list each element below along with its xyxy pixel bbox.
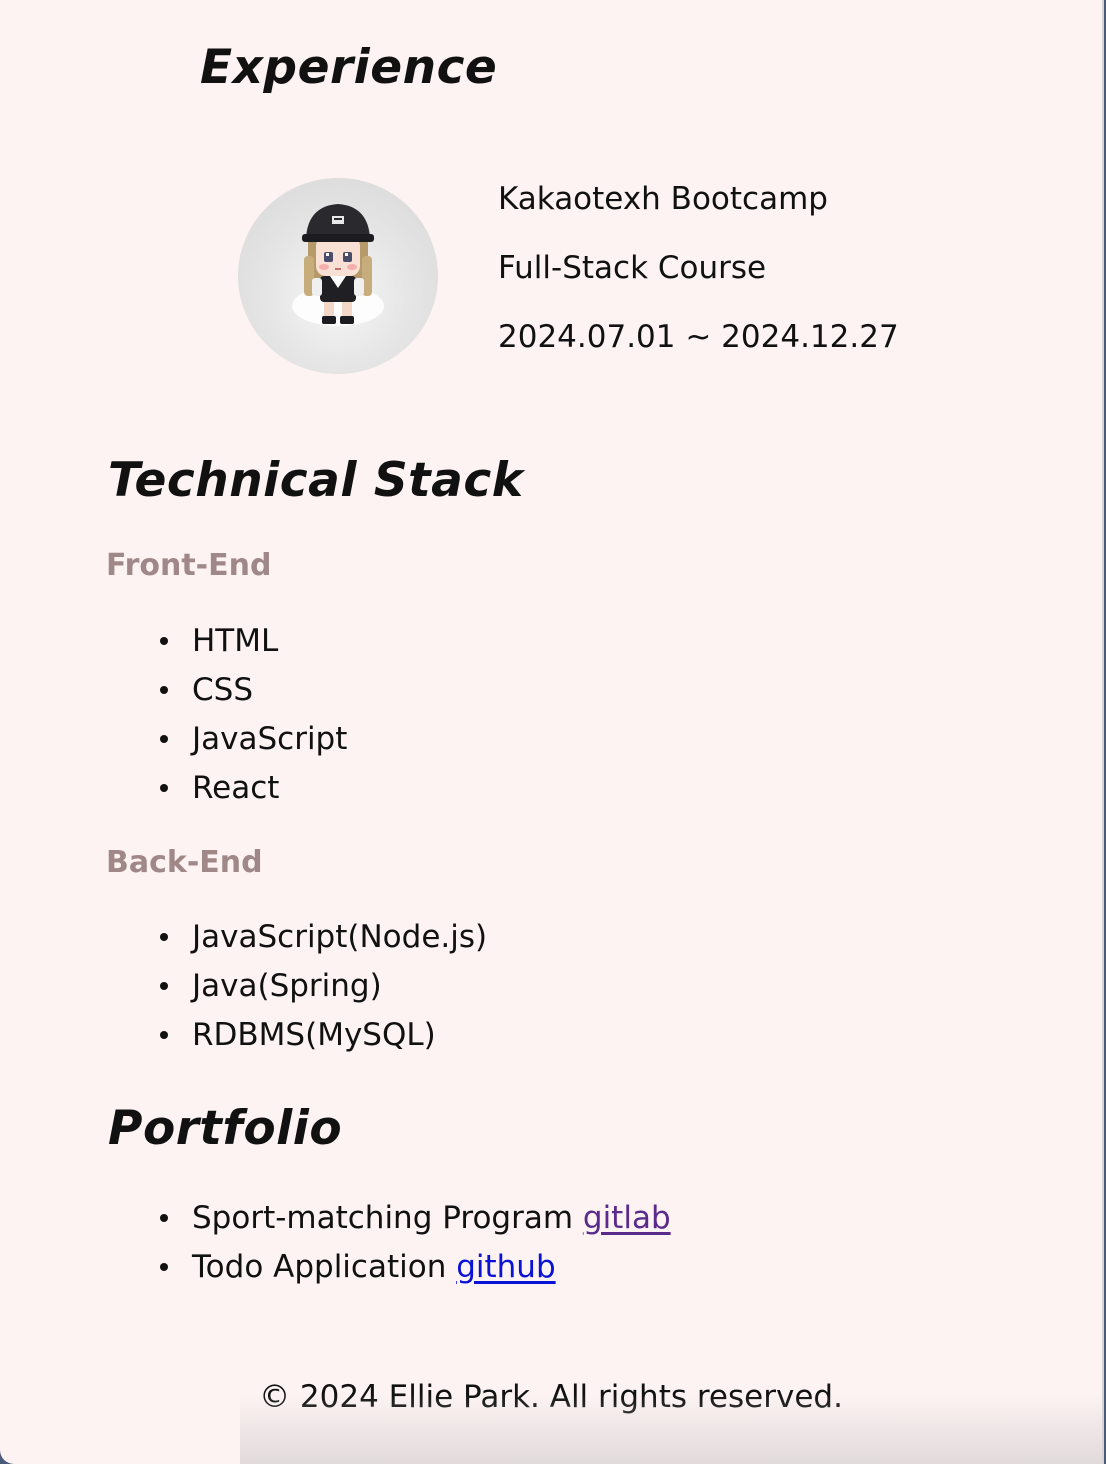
back-end-heading: Back-End bbox=[106, 845, 263, 880]
list-item: HTML bbox=[158, 626, 347, 675]
list-item: RDBMS(MySQL) bbox=[158, 1020, 487, 1069]
portfolio-item-label: Sport-matching Program bbox=[192, 1200, 583, 1236]
experience-org: Kakaotexh Bootcamp bbox=[498, 181, 828, 217]
portfolio-item: Sport-matching Program gitlab bbox=[158, 1203, 671, 1252]
bullet-icon bbox=[160, 982, 168, 990]
list-item: React bbox=[158, 773, 347, 822]
portfolio-item: Todo Application github bbox=[158, 1252, 671, 1301]
list-item-label: Java(Spring) bbox=[192, 968, 382, 1004]
list-item: JavaScript(Node.js) bbox=[158, 922, 487, 971]
list-item-label: CSS bbox=[192, 672, 254, 708]
list-item: CSS bbox=[158, 675, 347, 724]
list-item-label: HTML bbox=[192, 623, 279, 659]
list-item-label: RDBMS(MySQL) bbox=[192, 1017, 436, 1053]
bullet-icon bbox=[160, 1263, 168, 1271]
bullet-icon bbox=[160, 784, 168, 792]
bullet-icon bbox=[160, 735, 168, 743]
list-item-label: JavaScript bbox=[192, 721, 348, 757]
list-item-label: React bbox=[192, 770, 280, 806]
resume-page: Experience Kakaotexh Bootcamp Full-Stack… bbox=[0, 0, 1104, 1464]
portfolio-heading: Portfolio bbox=[108, 1101, 343, 1156]
technical-stack-heading: Technical Stack bbox=[108, 453, 524, 508]
bullet-icon bbox=[160, 686, 168, 694]
bullet-icon bbox=[160, 1031, 168, 1039]
front-end-heading: Front-End bbox=[106, 548, 272, 583]
gitlab-link[interactable]: gitlab bbox=[583, 1200, 671, 1236]
bullet-icon bbox=[160, 933, 168, 941]
github-link[interactable]: github bbox=[456, 1249, 555, 1285]
list-item-label: JavaScript(Node.js) bbox=[192, 919, 488, 955]
portfolio-item-label: Todo Application bbox=[192, 1249, 457, 1285]
profile-avatar bbox=[238, 178, 438, 374]
footer-copyright: © 2024 Ellie Park. All rights reserved. bbox=[259, 1379, 843, 1415]
back-end-list: JavaScript(Node.js) Java(Spring) RDBMS(M… bbox=[158, 922, 487, 1069]
experience-period: 2024.07.01 ~ 2024.12.27 bbox=[498, 319, 899, 355]
portfolio-list: Sport-matching Program gitlab Todo Appli… bbox=[158, 1203, 671, 1301]
experience-heading: Experience bbox=[200, 40, 498, 95]
bullet-icon bbox=[160, 637, 168, 645]
pixel-character-icon bbox=[292, 204, 384, 326]
experience-details: Kakaotexh Bootcamp Full-Stack Course 202… bbox=[498, 184, 899, 391]
bullet-icon bbox=[160, 1214, 168, 1222]
front-end-list: HTML CSS JavaScript React bbox=[158, 626, 347, 822]
experience-course: Full-Stack Course bbox=[498, 250, 767, 286]
list-item: Java(Spring) bbox=[158, 971, 487, 1020]
list-item: JavaScript bbox=[158, 724, 347, 773]
